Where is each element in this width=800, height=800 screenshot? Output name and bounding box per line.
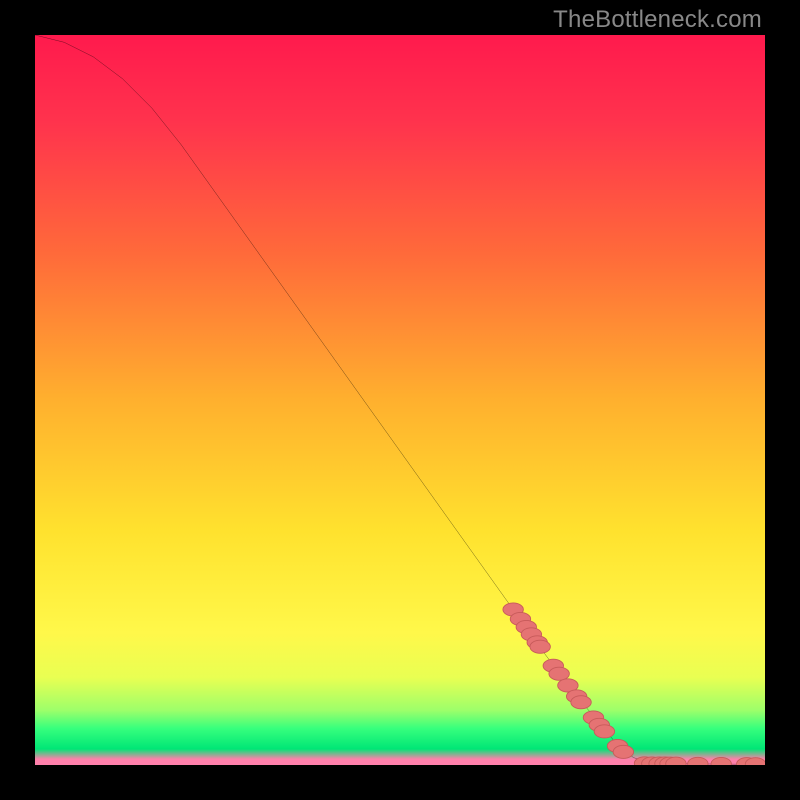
curve-marker	[549, 667, 569, 680]
curve-marker	[711, 757, 731, 765]
curve-markers	[503, 603, 765, 765]
curve-marker	[530, 640, 550, 653]
curve-layer	[35, 35, 765, 765]
main-curve	[35, 35, 765, 764]
curve-marker	[688, 757, 708, 765]
curve-marker	[594, 725, 614, 738]
watermark-text: TheBottleneck.com	[553, 6, 762, 34]
curve-marker	[571, 696, 591, 709]
plot-area	[35, 35, 765, 765]
curve-marker	[613, 745, 633, 758]
chart-frame: TheBottleneck.com	[0, 0, 800, 800]
